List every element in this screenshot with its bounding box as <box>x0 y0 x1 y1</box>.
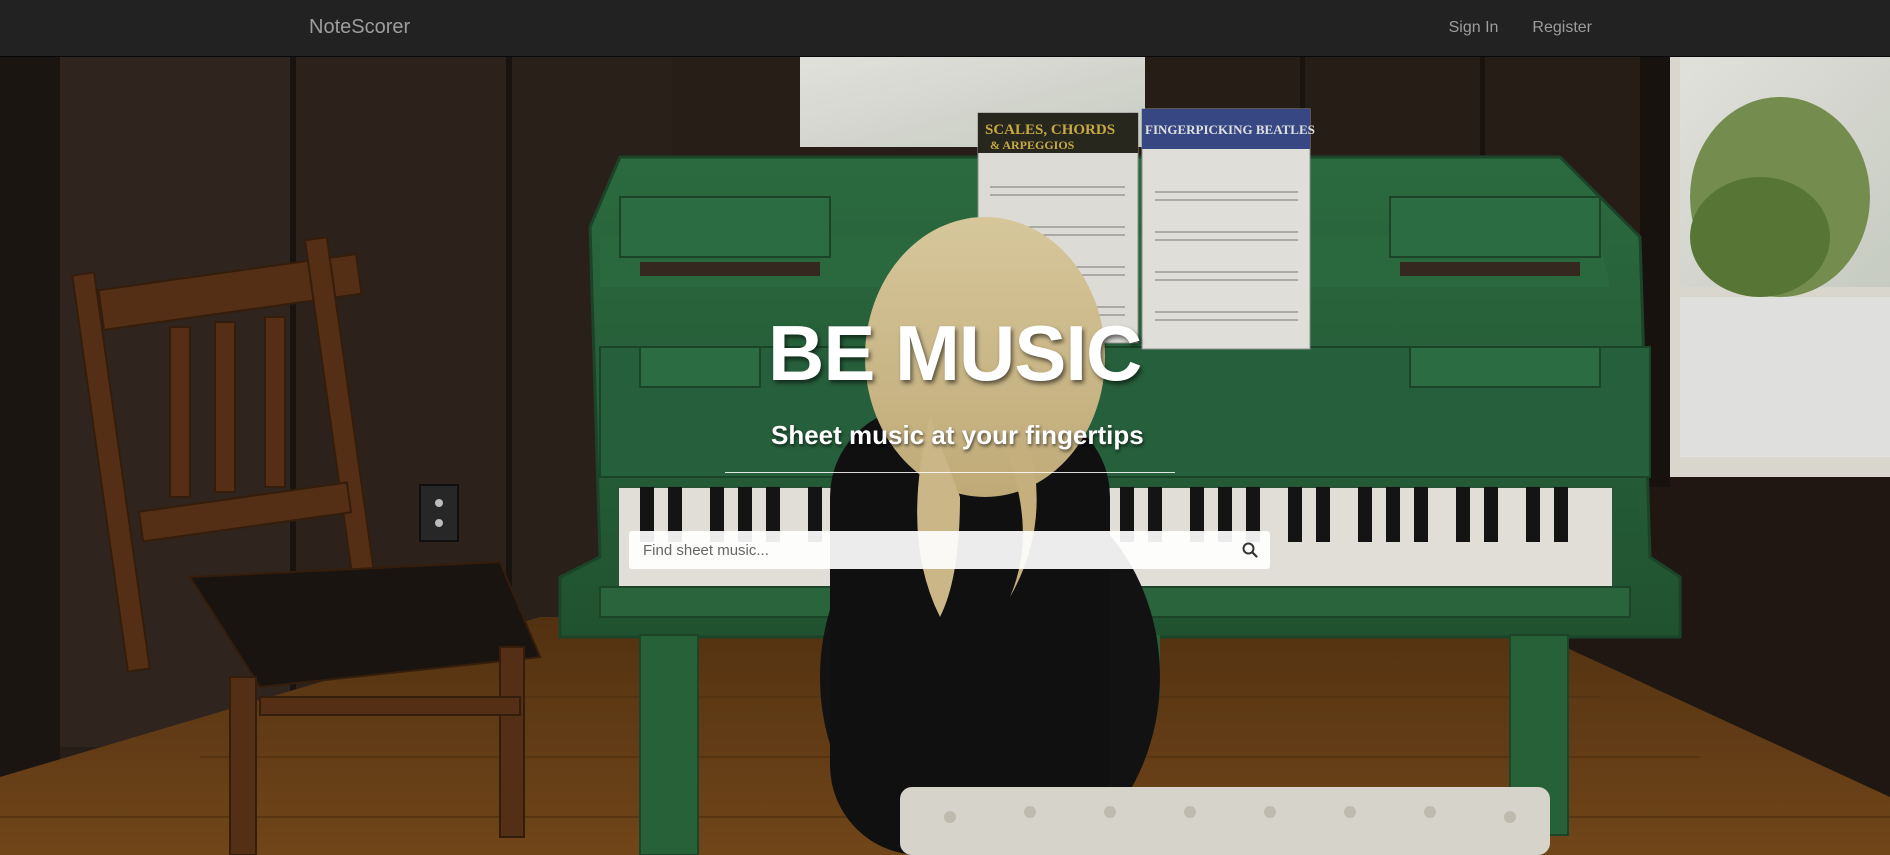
register-link[interactable]: Register <box>1532 19 1592 37</box>
hero-content: BE MUSIC Sheet music at your fingertips <box>0 57 1890 855</box>
brand-link[interactable]: NoteScorer <box>309 16 410 39</box>
search-input[interactable] <box>629 532 1230 568</box>
search-button[interactable] <box>1230 532 1270 568</box>
navbar: NoteScorer Sign In Register <box>0 0 1890 57</box>
nav-links: Sign In Register <box>1449 19 1592 37</box>
hero-title: BE MUSIC <box>768 309 1142 397</box>
hero-divider <box>725 472 1175 473</box>
hero-section: SCALES, CHORDS & ARPEGGIOS FINGERPICKING… <box>0 57 1890 855</box>
search-bar <box>629 531 1270 569</box>
search-icon <box>1242 542 1258 558</box>
hero-subtitle: Sheet music at your fingertips <box>771 420 1144 450</box>
sign-in-link[interactable]: Sign In <box>1449 19 1499 37</box>
